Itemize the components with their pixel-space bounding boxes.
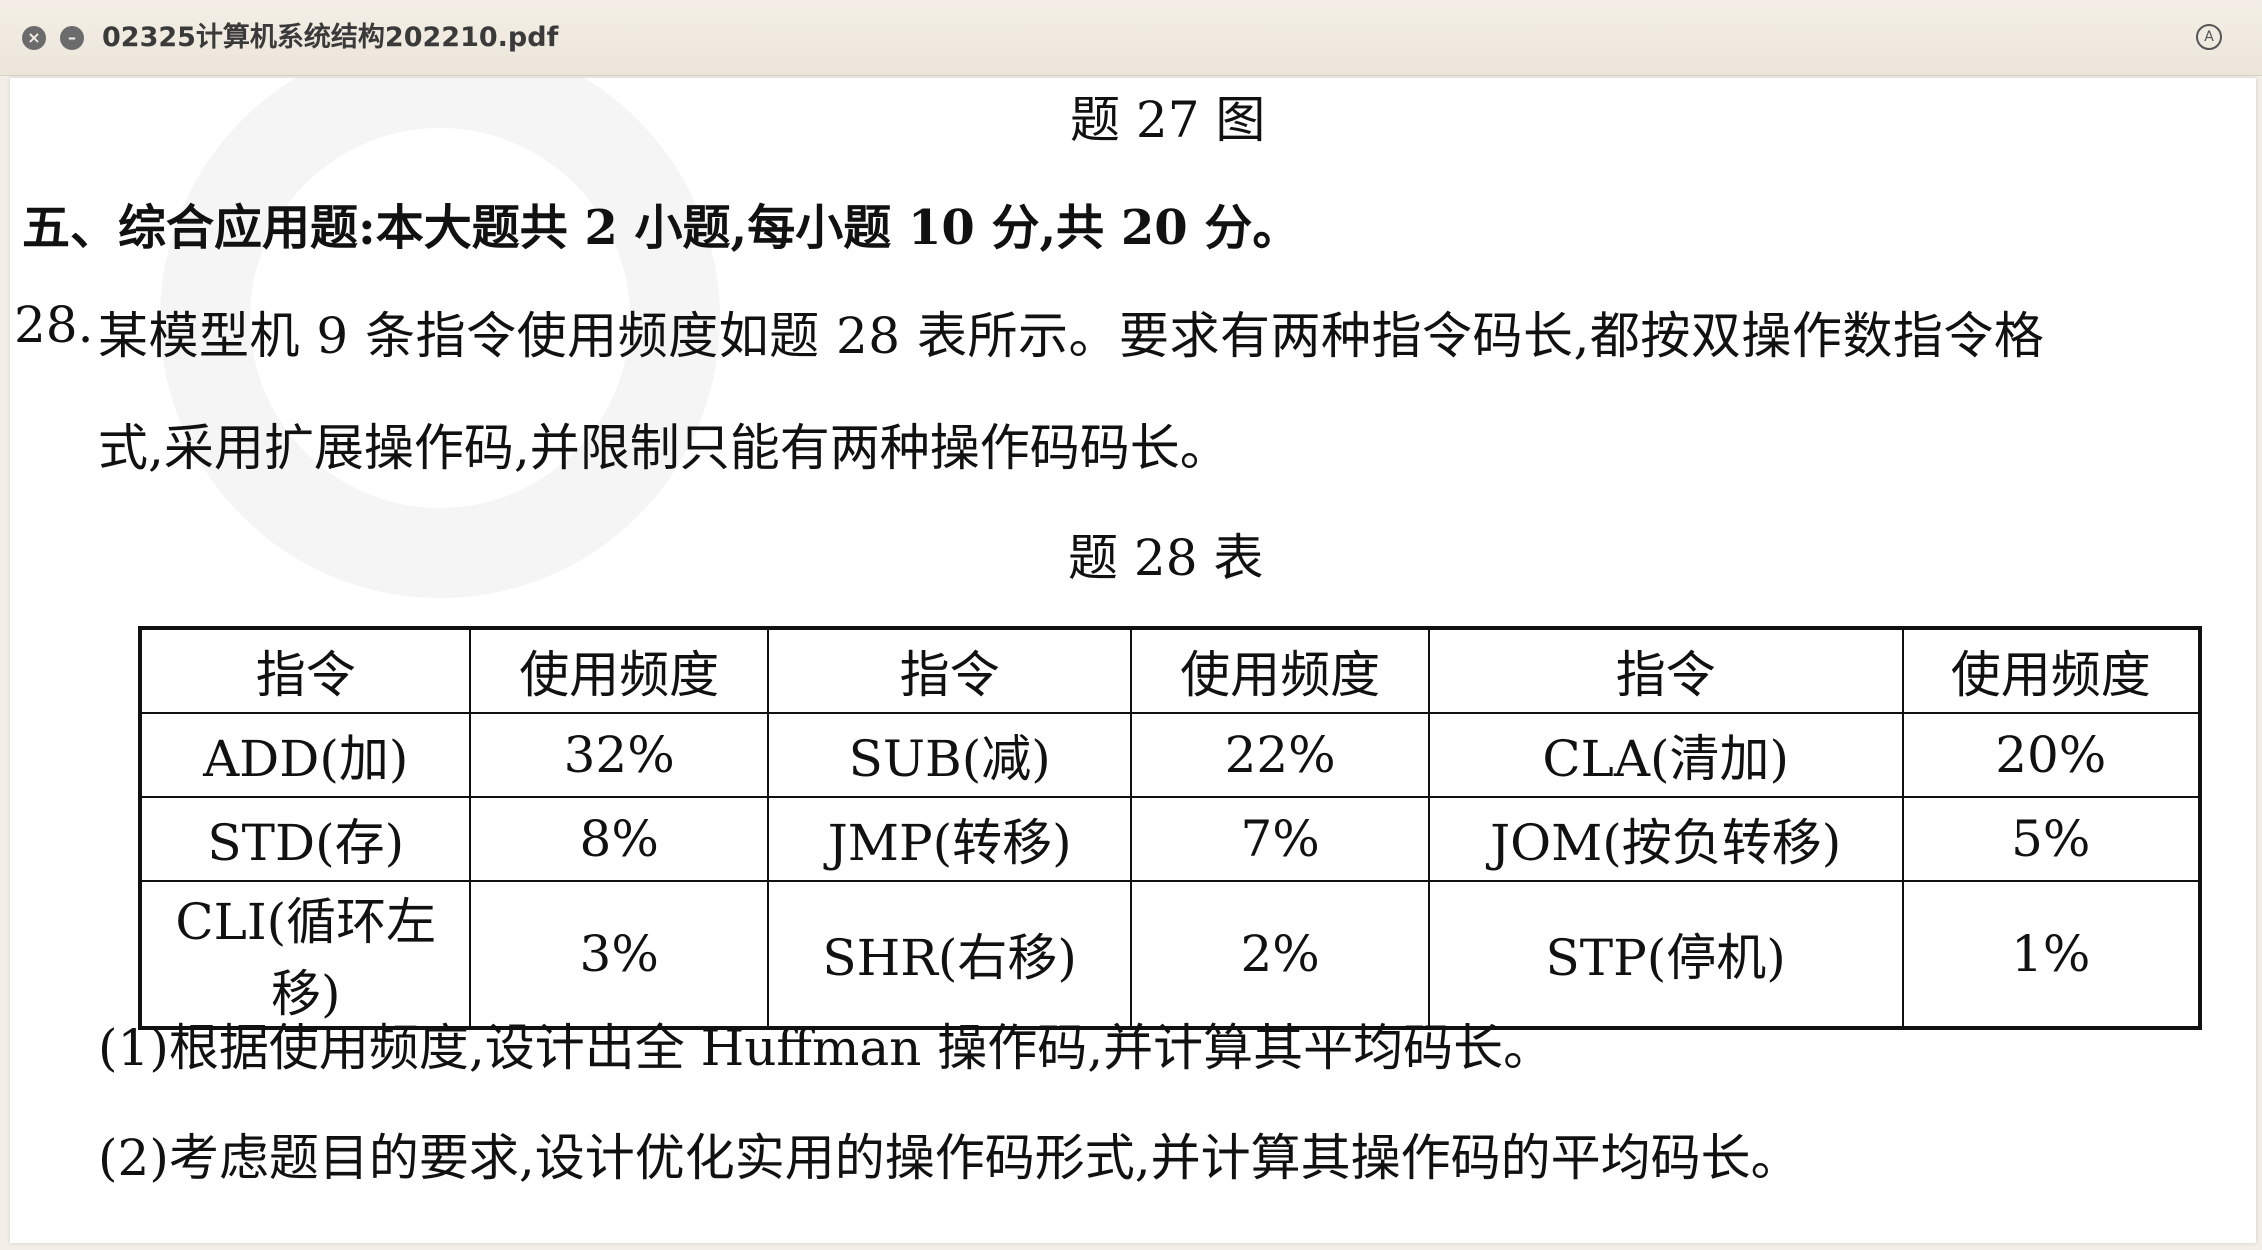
table-row: STD(存) 8% JMP(转移) 7% JOM(按负转移) 5% (138, 796, 2202, 882)
table-cell: 8% (469, 796, 769, 882)
table-cell: 5% (1901, 796, 2202, 882)
table-cell: JOM(按负转移) (1427, 796, 1904, 882)
sub-question-2: (2)考虑题目的要求,设计优化实用的操作码形式,并计算其操作码的平均码长。 (98, 1129, 1801, 1187)
question-number: 28. (14, 296, 94, 354)
question-text-line2: 式,采用扩展操作码,并限制只能有两种操作码码长。 (98, 419, 1230, 477)
header-frequency: 使用频度 (1130, 627, 1430, 714)
table-cell: ADD(加) (138, 712, 472, 798)
table-row: ADD(加) 32% SUB(减) 22% CLA(清加) 20% (138, 712, 2202, 798)
table-cell: CLA(清加) (1427, 712, 1904, 798)
instruction-frequency-table: 指令 使用频度 指令 使用频度 指令 使用频度 ADD(加) 32% SUB(减… (138, 626, 2202, 1030)
table-cell: SUB(减) (766, 712, 1133, 798)
header-instruction: 指令 (138, 627, 472, 714)
window-titlebar: × – 02325计算机系统结构202210.pdf A (0, 0, 2262, 76)
table-cell: 22% (1130, 712, 1430, 798)
minimize-icon[interactable]: – (60, 26, 84, 50)
table-header-row: 指令 使用频度 指令 使用频度 指令 使用频度 (138, 627, 2202, 714)
table-cell: SHR(右移) (766, 880, 1133, 1029)
table-cell: 20% (1901, 712, 2202, 798)
table-row: CLI(循环左移) 3% SHR(右移) 2% STP(停机) 1% (138, 880, 2202, 1029)
section-heading: 五、综合应用题:本大题共 2 小题,每小题 10 分,共 20 分。 (22, 200, 1301, 256)
table-cell: 2% (1130, 880, 1430, 1029)
table-cell: CLI(循环左移) (138, 880, 472, 1029)
table-cell: STD(存) (138, 796, 472, 882)
header-frequency: 使用频度 (1901, 627, 2202, 714)
reader-mode-icon[interactable]: A (2196, 24, 2222, 50)
table-cell: 7% (1130, 796, 1430, 882)
question-text-line1: 某模型机 9 条指令使用频度如题 28 表所示。要求有两种指令码长,都按双操作数… (98, 307, 2045, 365)
header-frequency: 使用频度 (469, 627, 769, 714)
header-instruction: 指令 (1427, 627, 1904, 714)
sub-question-1: (1)根据使用频度,设计出全 Huffman 操作码,并计算其平均码长。 (98, 1019, 1554, 1077)
table-cell: 32% (469, 712, 769, 798)
table-caption: 题 28 表 (1068, 529, 1264, 587)
table-cell: 3% (469, 880, 769, 1029)
table-cell: STP(停机) (1427, 880, 1904, 1029)
close-icon[interactable]: × (22, 26, 46, 50)
table-cell: JMP(转移) (766, 796, 1133, 882)
figure-caption: 题 27 图 (1070, 91, 1266, 149)
header-instruction: 指令 (766, 627, 1133, 714)
table-cell: 1% (1901, 880, 2202, 1029)
window-title: 02325计算机系统结构202210.pdf (102, 22, 559, 53)
pdf-page: 题 27 图 五、综合应用题:本大题共 2 小题,每小题 10 分,共 20 分… (10, 78, 2256, 1243)
